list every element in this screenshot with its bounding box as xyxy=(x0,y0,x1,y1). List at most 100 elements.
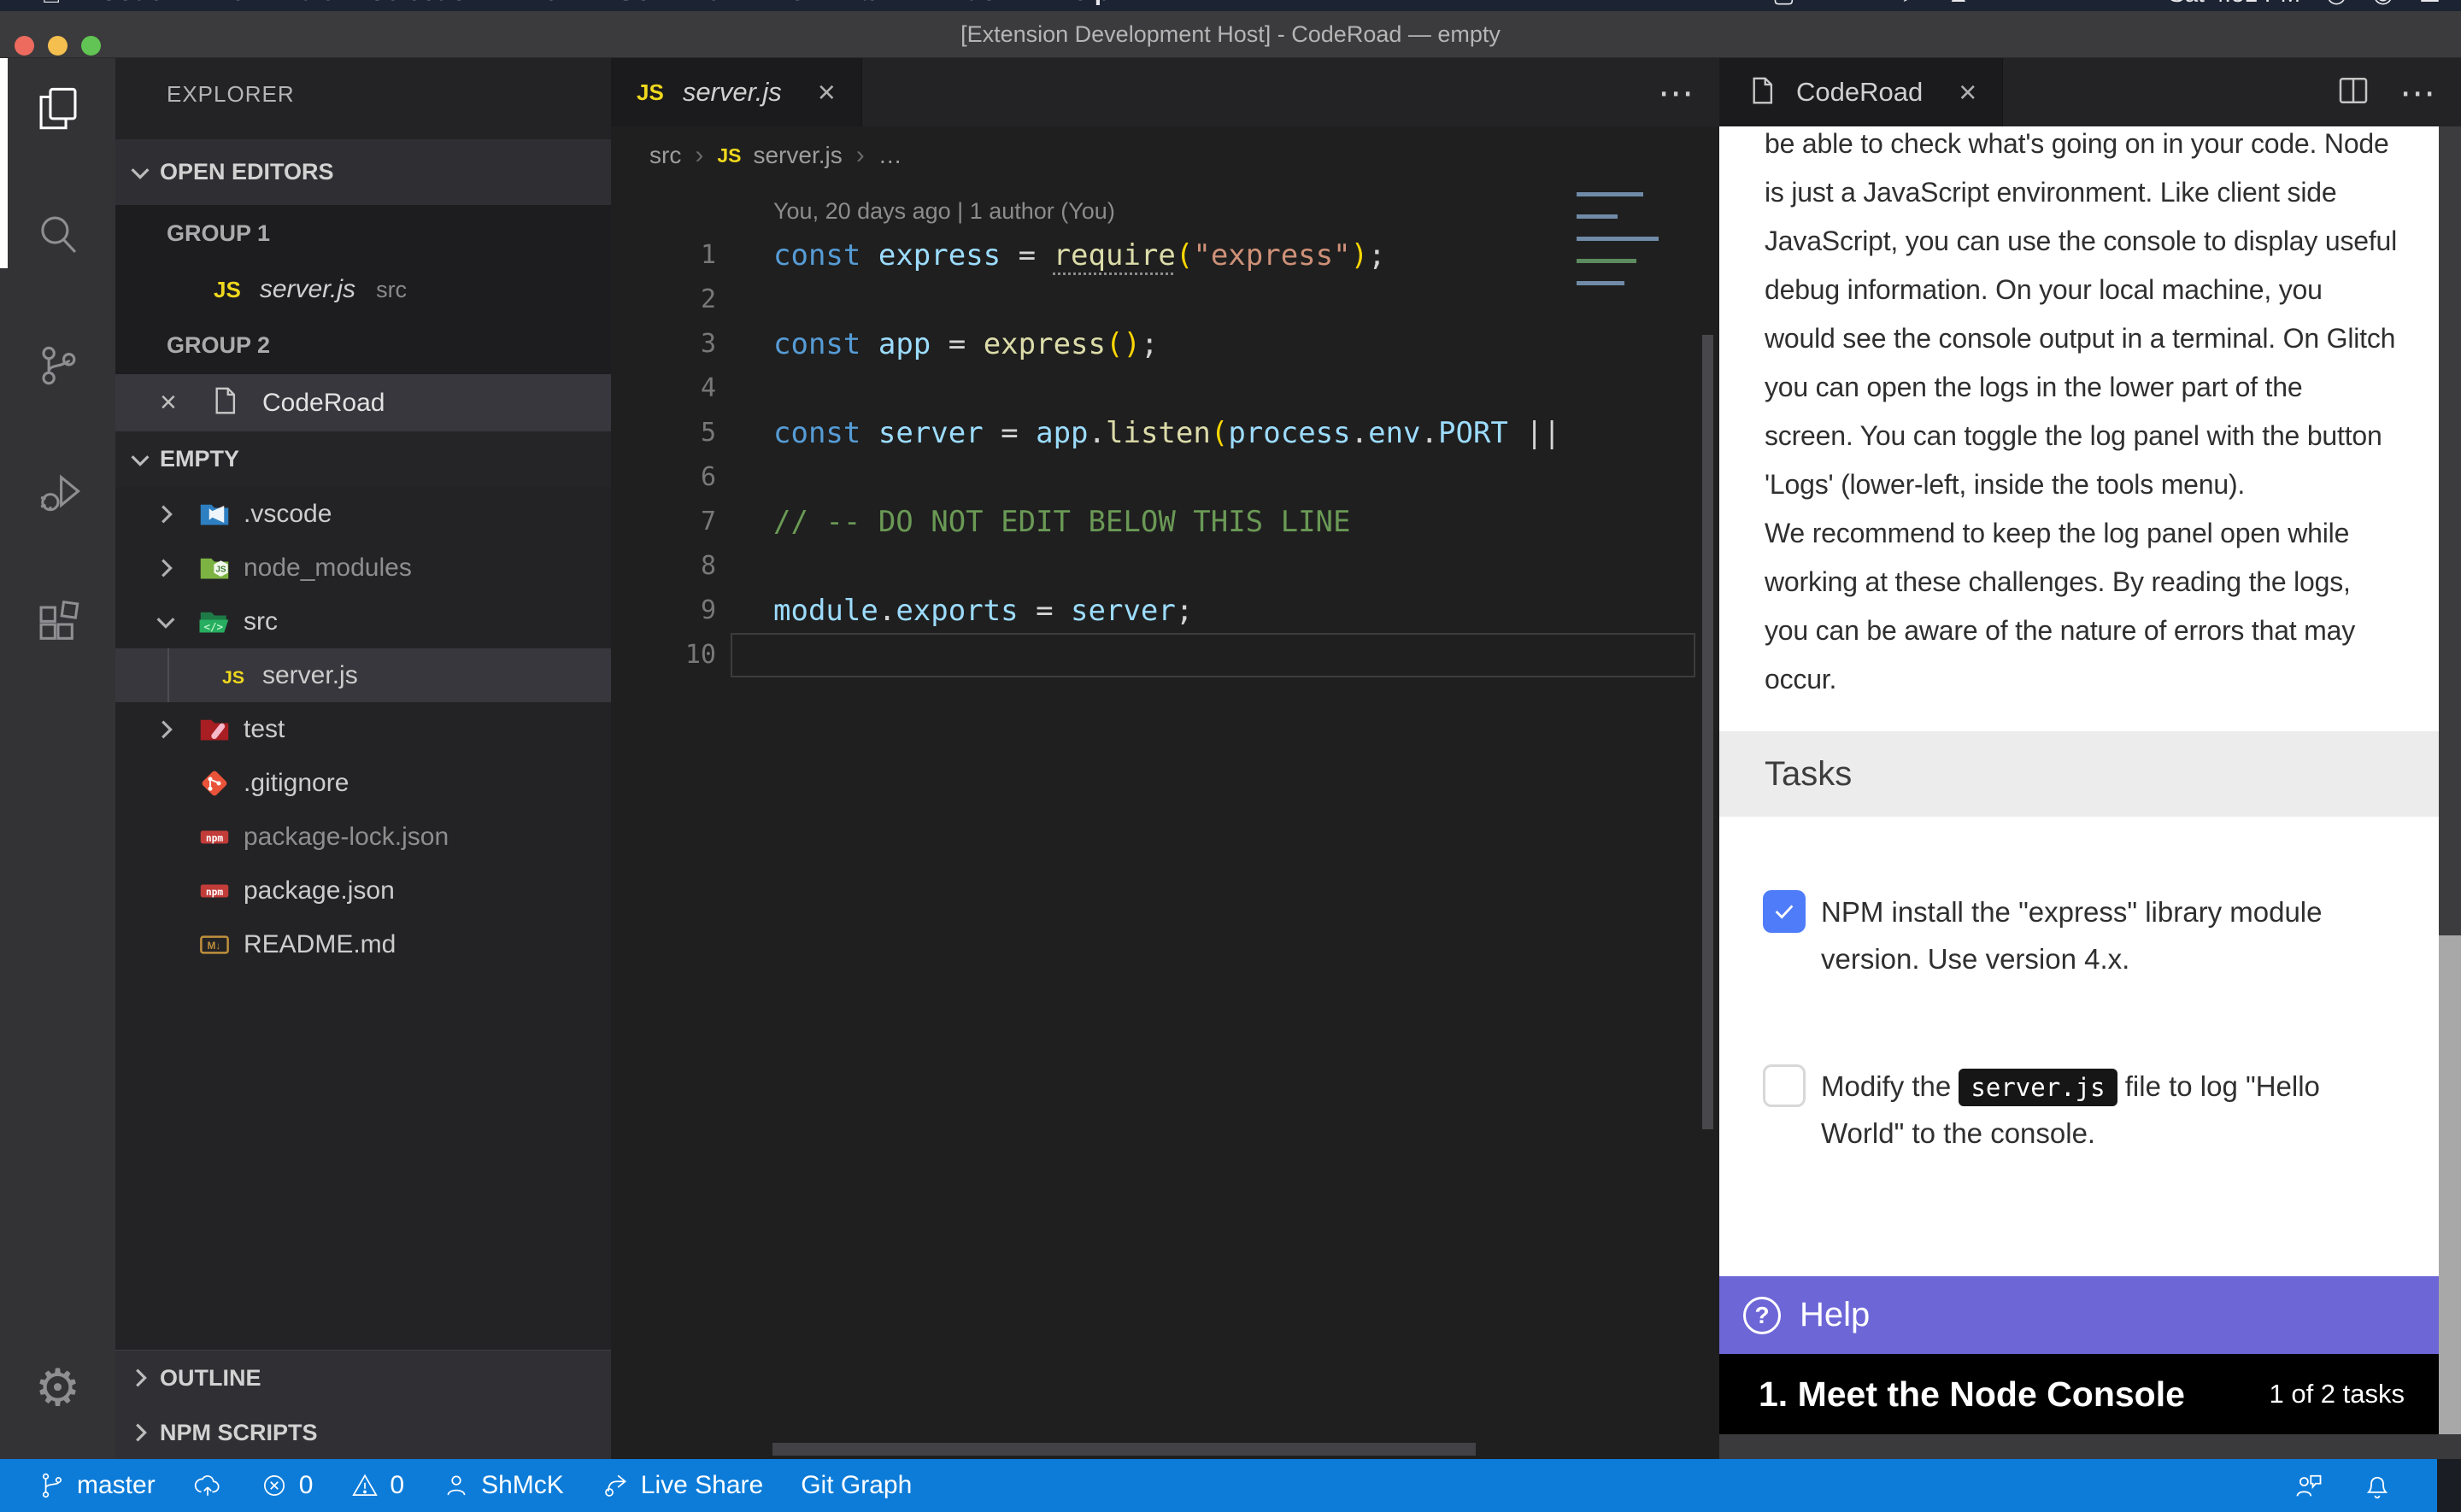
breadcrumb-file[interactable]: server.js xyxy=(753,142,842,169)
tree-item-label: .gitignore xyxy=(244,769,349,798)
statusbar-item-git-graph[interactable]: Git Graph xyxy=(801,1471,912,1500)
explorer-icon[interactable] xyxy=(0,60,115,159)
split-editor-icon[interactable] xyxy=(2336,73,2370,112)
js-file-icon: JS xyxy=(214,277,241,303)
open-editors-header[interactable]: OPEN EDITORS xyxy=(115,139,611,205)
menu-item-file[interactable]: File xyxy=(201,0,245,9)
open-editor-serverjs[interactable]: JS server.js src xyxy=(115,262,611,317)
menu-item-run[interactable]: Run xyxy=(689,0,738,9)
lesson-text-line: working at these challenges. By reading … xyxy=(1765,558,2427,607)
more-actions-icon[interactable]: ⋯ xyxy=(1658,72,1695,114)
apple-icon[interactable]:  xyxy=(41,0,62,9)
code-line-1[interactable]: 1 const express = require("express"); xyxy=(611,233,1699,278)
code-line-9[interactable]: 9module.exports = server; xyxy=(611,589,1699,633)
code-line-7[interactable]: 7// -- DO NOT EDIT BELOW THIS LINE xyxy=(611,500,1699,544)
dot-icon[interactable]: • xyxy=(2040,0,2048,8)
codelens-annotation[interactable]: You, 20 days ago | 1 author (You) xyxy=(773,198,1115,225)
code-line-8[interactable]: 8 xyxy=(611,544,1699,589)
statusbar-item-0[interactable]: 0 xyxy=(350,1471,404,1500)
menubar-clock[interactable]: Sat 4:51 PM xyxy=(2169,0,2300,8)
code-text: const express = require("express"); xyxy=(773,238,1386,273)
code-editor[interactable]: 1 const express = require("express"); 23co… xyxy=(611,233,1699,677)
tree-item-src[interactable]: </>src xyxy=(115,595,611,648)
code-line-6[interactable]: 6 xyxy=(611,455,1699,500)
search-icon[interactable] xyxy=(0,185,115,284)
pointer-icon[interactable]: ➤ xyxy=(1900,0,1920,8)
tree-item-package.json[interactable]: npmpackage.json xyxy=(115,864,611,917)
tab-serverjs[interactable]: JS server.js × xyxy=(611,58,862,126)
tree-item-.vscode[interactable]: .vscode xyxy=(115,487,611,541)
tree-item-label: package.json xyxy=(244,876,395,905)
siri-icon[interactable]: ◉ xyxy=(2372,0,2393,8)
task-checkbox-checked[interactable] xyxy=(1763,890,1806,933)
menu-item-go[interactable]: Go xyxy=(616,0,652,9)
tab-coderoad[interactable]: CodeRoad × xyxy=(1719,58,2003,126)
source-control-icon[interactable] xyxy=(0,316,115,415)
statusbar-item-master[interactable]: master xyxy=(38,1471,156,1500)
code-line-3[interactable]: 3const app = express(); xyxy=(611,322,1699,366)
help-bar[interactable]: ? Help xyxy=(1719,1276,2461,1354)
outline-section-header[interactable]: OUTLINE xyxy=(115,1351,611,1405)
code-line-2[interactable]: 2 xyxy=(611,278,1699,322)
editor-horizontal-scrollbar[interactable] xyxy=(772,1443,1476,1456)
webview-scrollbar-thumb[interactable] xyxy=(2439,126,2461,935)
folder-section-header[interactable]: EMPTY xyxy=(115,431,611,487)
bell-icon xyxy=(2362,1470,2393,1501)
tree-item-server.js[interactable]: JSserver.js xyxy=(115,648,611,702)
file-tree: .vscodeJSnode_modules</>srcJSserver.jste… xyxy=(115,487,611,971)
airplay-icon[interactable]: ▲ xyxy=(1947,0,1971,8)
line-number: 3 xyxy=(611,322,716,366)
statusbar-item-shmck[interactable]: ShMcK xyxy=(442,1471,564,1500)
editor-vertical-scrollbar[interactable] xyxy=(1702,335,1713,1129)
battery-half-icon[interactable]: ▱ xyxy=(1996,0,2015,8)
code-line-4[interactable]: 4 xyxy=(611,366,1699,411)
lesson-footer[interactable]: 1. Meet the Node Console 1 of 2 tasks xyxy=(1719,1354,2461,1434)
minimap[interactable] xyxy=(1577,192,1703,292)
tree-item-node-modules[interactable]: JSnode_modules xyxy=(115,541,611,595)
menu-item-code[interactable]: Code xyxy=(99,0,163,9)
tree-item-.gitignore[interactable]: .gitignore xyxy=(115,756,611,810)
circle-a-icon[interactable]: ○ xyxy=(1821,0,1835,8)
run-debug-icon[interactable] xyxy=(0,442,115,541)
close-icon[interactable]: × xyxy=(1959,74,1976,110)
statusbar-item-bell[interactable] xyxy=(2362,1470,2393,1501)
menu-item-window[interactable]: Window xyxy=(919,0,1017,9)
chevron-down-icon xyxy=(127,160,153,185)
close-icon[interactable]: × xyxy=(160,386,189,419)
npm-scripts-section-header[interactable]: NPM SCRIPTS xyxy=(115,1405,611,1459)
task-checkbox-unchecked[interactable] xyxy=(1763,1064,1806,1107)
control-center-icon[interactable]: ☰ xyxy=(2419,0,2440,8)
tasks-section-header: Tasks xyxy=(1719,731,2461,817)
breadcrumb-src[interactable]: src xyxy=(649,142,681,169)
tree-item-test[interactable]: test xyxy=(115,702,611,756)
menu-item-selection[interactable]: Selection xyxy=(368,0,482,9)
close-icon[interactable]: × xyxy=(818,74,836,110)
code-line-10[interactable]: 10 xyxy=(611,633,1699,677)
svg-text:npm: npm xyxy=(206,832,224,843)
window-titlebar: [Extension Development Host] - CodeRoad … xyxy=(0,11,2461,58)
spotlight-icon[interactable]: ◎ xyxy=(2326,0,2346,8)
wifi-icon[interactable]: ◠ xyxy=(2074,0,2094,8)
extensions-icon[interactable] xyxy=(0,575,115,674)
window-icon[interactable]: ▢ xyxy=(1772,0,1794,8)
menu-item-help[interactable]: Help xyxy=(1054,0,1110,9)
statusbar-item-0[interactable]: 0 xyxy=(260,1471,314,1500)
open-editor-coderoad[interactable]: × CodeRoad xyxy=(115,374,611,431)
settings-gear-icon[interactable]: ⚙ xyxy=(0,1339,115,1438)
circle-b-icon[interactable]: ○ xyxy=(1861,0,1876,8)
breadcrumb-symbol[interactable]: … xyxy=(878,142,902,169)
menu-item-view[interactable]: View xyxy=(520,0,579,9)
task-progress: 1 of 2 tasks xyxy=(2269,1379,2405,1409)
more-actions-icon[interactable]: ⋯ xyxy=(2399,72,2437,114)
menu-item-edit[interactable]: Edit xyxy=(283,0,332,9)
sidebar-title: EXPLORER xyxy=(167,81,295,108)
statusbar-item-live-share[interactable]: Live Share xyxy=(602,1471,763,1500)
tree-item-readme.md[interactable]: M↓README.md xyxy=(115,917,611,971)
line-number: 1 xyxy=(611,233,716,278)
menu-item-terminal[interactable]: Terminal xyxy=(777,0,882,9)
battery-icon[interactable]: ▭ xyxy=(2120,0,2142,8)
statusbar-item-cloud-upload[interactable] xyxy=(193,1471,222,1500)
code-line-5[interactable]: 5const server = app.listen(process.env.P… xyxy=(611,411,1699,455)
statusbar-item-feedback-person[interactable] xyxy=(2294,1470,2324,1501)
tree-item-package-lock.json[interactable]: npmpackage-lock.json xyxy=(115,810,611,864)
